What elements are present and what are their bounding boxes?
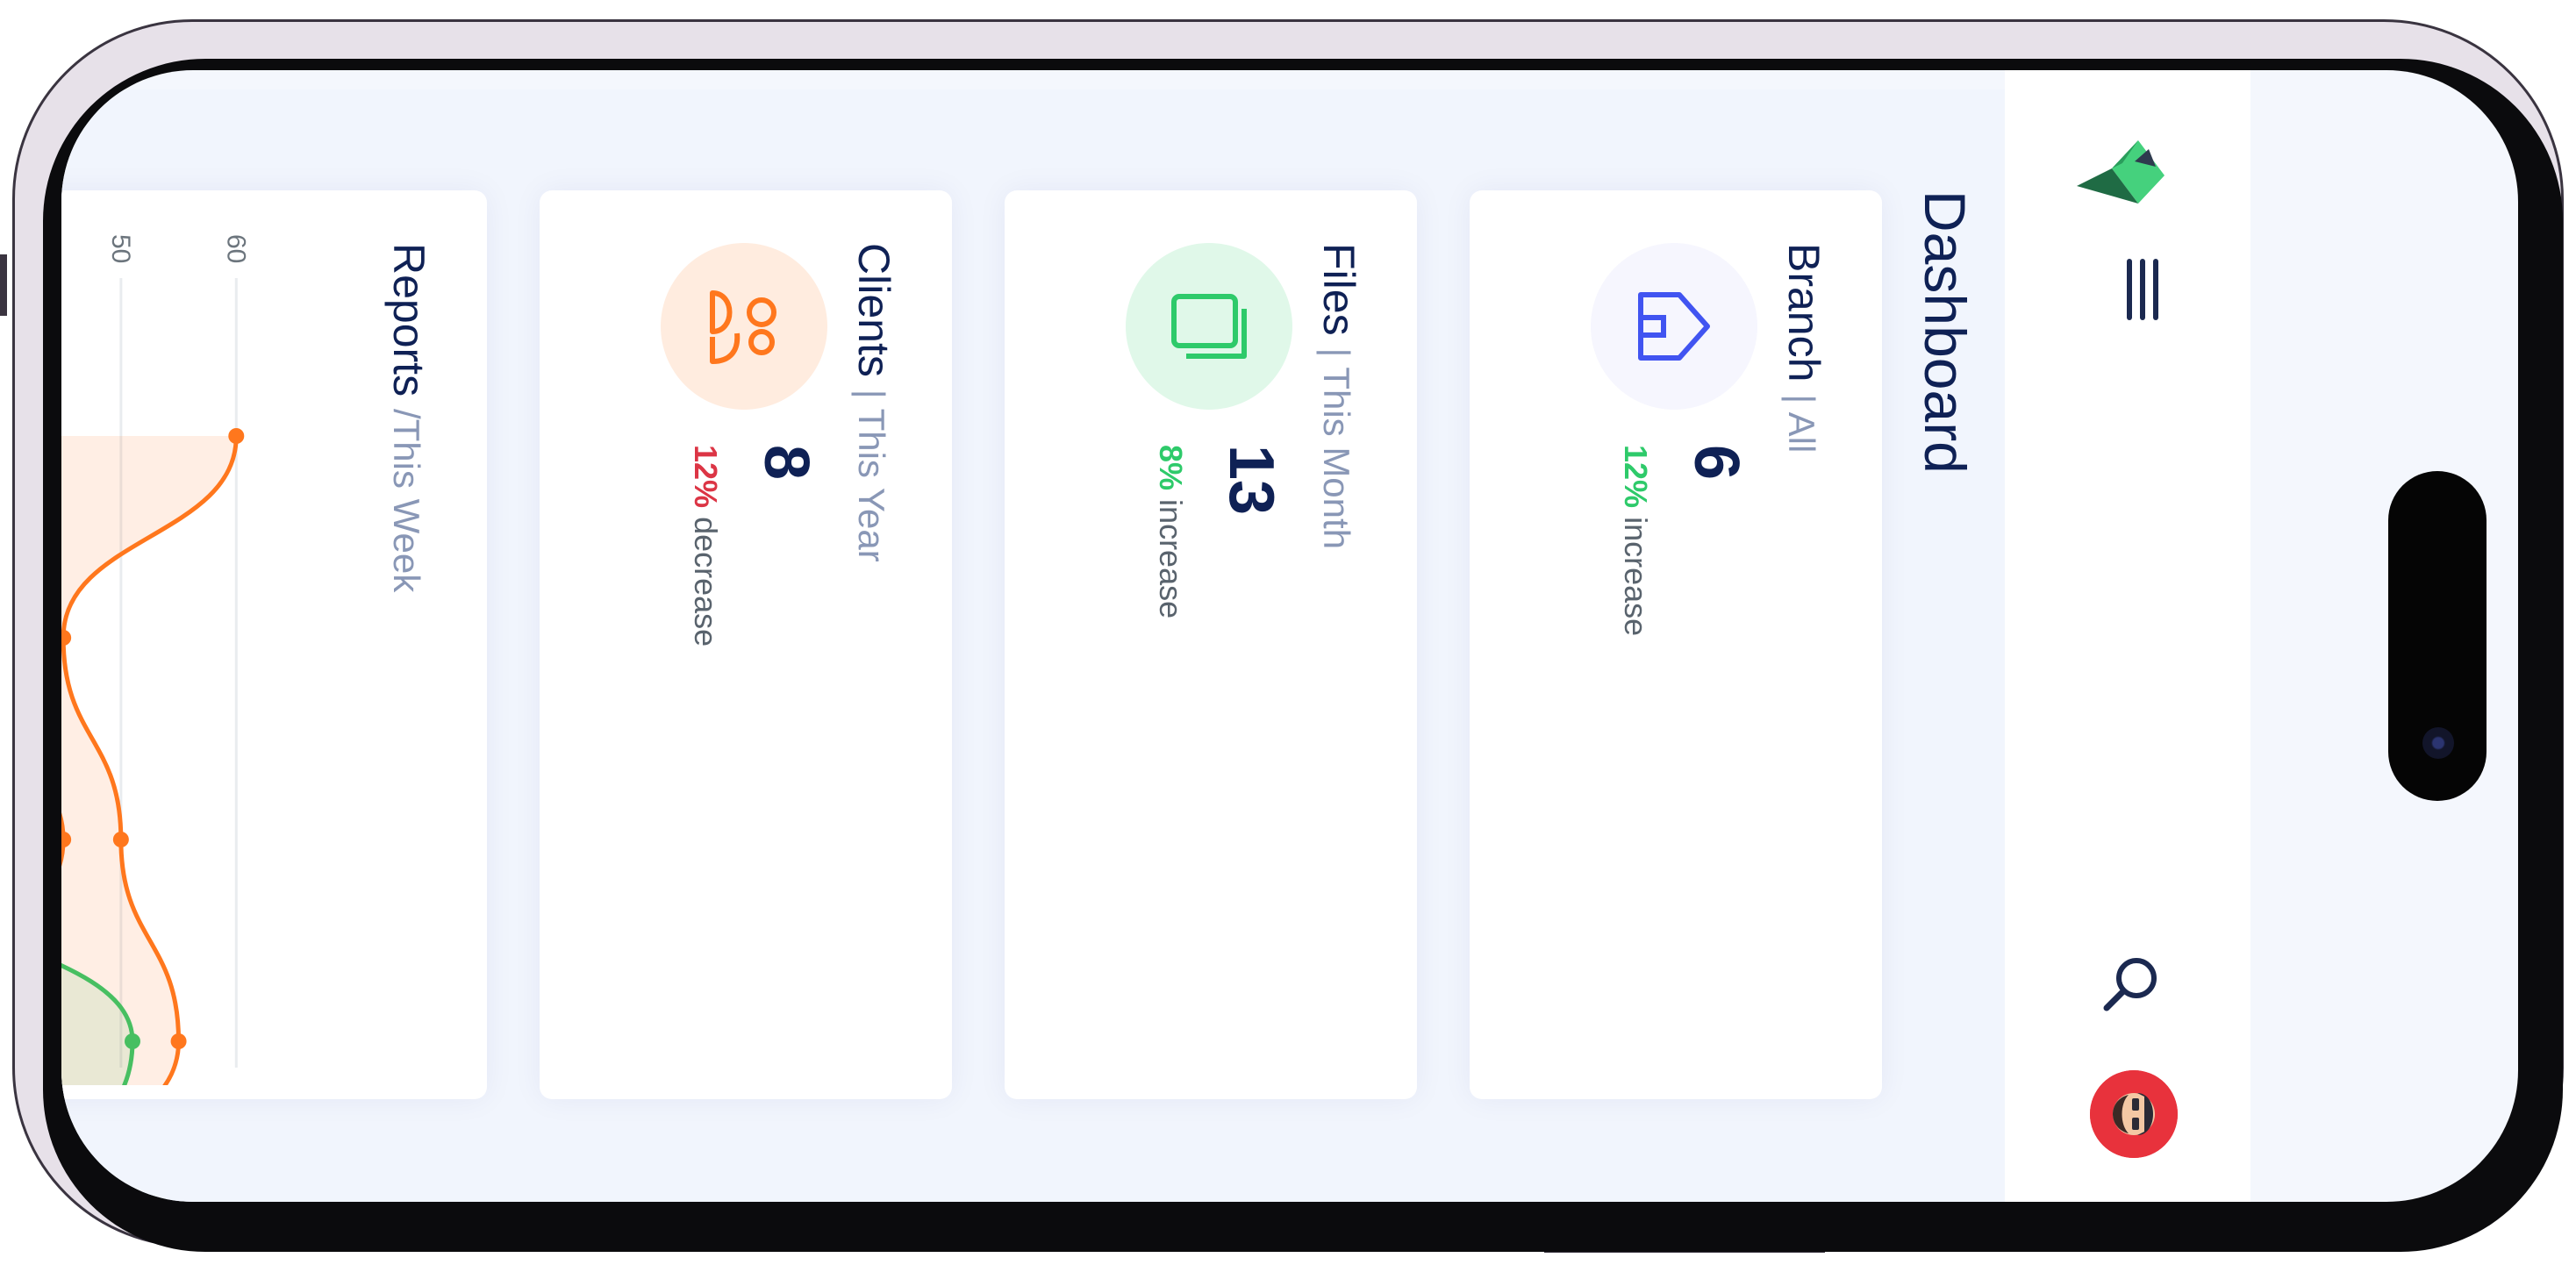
series-area	[61, 436, 237, 1085]
change-percent: 12%	[688, 445, 724, 509]
reports-card: Reports /This Week 60 50 40	[61, 190, 487, 1099]
data-point[interactable]	[170, 1033, 187, 1049]
kpi-value: 13	[1216, 445, 1286, 516]
top-header	[2005, 70, 2250, 1202]
data-point[interactable]	[61, 630, 72, 646]
files-card[interactable]: Files | This Month 13 8% increase	[1005, 190, 1417, 1099]
search-icon[interactable]	[2100, 952, 2163, 1015]
people-icon	[661, 243, 827, 410]
data-point[interactable]	[228, 428, 245, 444]
change-label: decrease	[688, 517, 724, 647]
logo-icon[interactable]	[2068, 123, 2173, 228]
reports-chart: 605040	[61, 234, 250, 1085]
hamburger-icon[interactable]	[2114, 259, 2166, 320]
card-title: Files | This Month	[1313, 243, 1364, 549]
volume-button	[0, 254, 7, 316]
page-title: Dashboard	[1913, 190, 1978, 474]
reports-title: Reports /This Week	[383, 243, 434, 592]
kpi-value: 8	[751, 445, 821, 481]
reports-period: /This Week	[386, 408, 427, 593]
dynamic-island	[2388, 471, 2487, 801]
clients-card[interactable]: Clients | This Year 8 12% decrease	[540, 190, 952, 1099]
change-label: increase	[1153, 499, 1189, 619]
y-tick-label: 60	[221, 234, 250, 263]
change-label: increase	[1618, 517, 1654, 637]
main-content: Dashboard Branch | All 6 12% increase Fi…	[61, 89, 2250, 1202]
kpi-change: 12% decrease	[687, 445, 724, 647]
camera-icon	[2422, 727, 2454, 759]
card-title-text: Clients	[849, 243, 898, 377]
file-icon	[1126, 243, 1292, 410]
reports-title-text: Reports	[384, 243, 433, 397]
kpi-change: 8% increase	[1152, 445, 1189, 618]
card-period: | This Year	[851, 389, 892, 562]
branch-card[interactable]: Branch | All 6 12% increase	[1470, 190, 1882, 1099]
card-title-text: Branch	[1779, 243, 1828, 382]
change-percent: 8%	[1153, 445, 1189, 491]
card-period: | This Month	[1316, 347, 1357, 550]
card-period: | All	[1781, 394, 1822, 454]
user-avatar[interactable]	[2090, 1070, 2178, 1158]
phone-screen: Dashboard Branch | All 6 12% increase Fi…	[61, 70, 2518, 1202]
card-title: Branch | All	[1778, 243, 1829, 453]
kpi-value: 6	[1681, 445, 1751, 481]
data-point[interactable]	[112, 832, 129, 847]
app-root: Dashboard Branch | All 6 12% increase Fi…	[61, 70, 2250, 1202]
card-title: Clients | This Year	[848, 243, 899, 562]
home-icon	[1591, 243, 1757, 410]
card-title-text: Files	[1314, 243, 1363, 336]
kpi-change: 12% increase	[1617, 445, 1654, 636]
y-tick-label: 50	[106, 234, 135, 263]
change-percent: 12%	[1618, 445, 1654, 509]
